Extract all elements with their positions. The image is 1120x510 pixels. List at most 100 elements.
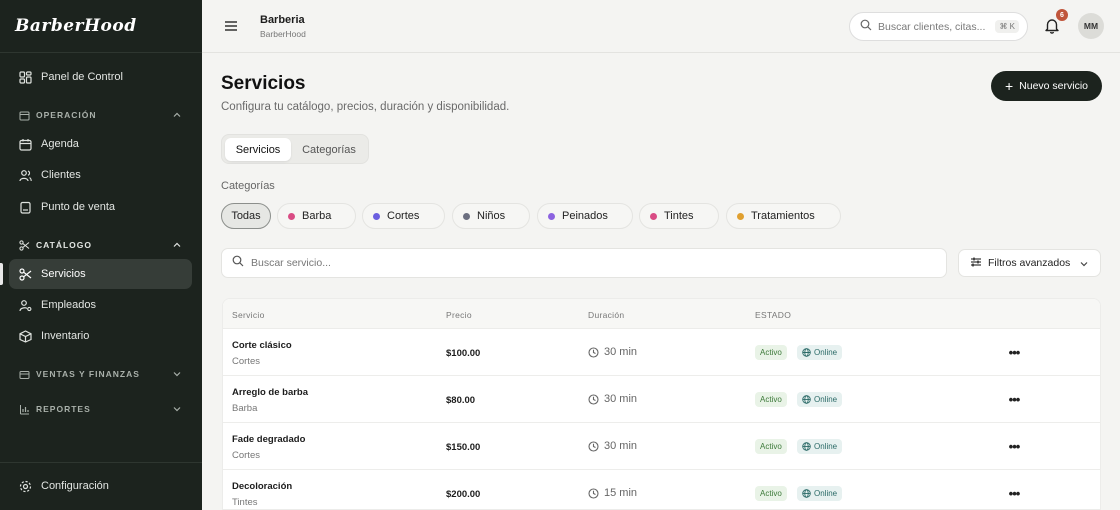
sidebar-item-agenda[interactable]: Agenda bbox=[9, 129, 192, 159]
more-options-icon[interactable]: ••• bbox=[1005, 390, 1023, 408]
online-label: Online bbox=[814, 442, 838, 451]
global-search[interactable]: ⌘ K bbox=[849, 12, 1028, 41]
table-row[interactable]: Corte clásico Cortes $100.00 30 min Acti… bbox=[223, 329, 1100, 376]
chip-label: Peinados bbox=[562, 210, 608, 222]
chip-ninos[interactable]: Niños bbox=[452, 203, 530, 229]
service-name: Fade degradado bbox=[232, 434, 306, 445]
table-row[interactable]: Fade degradado Cortes $150.00 30 min Act… bbox=[223, 423, 1100, 470]
sidebar-item-empleados[interactable]: Empleados bbox=[9, 290, 192, 320]
table-row[interactable]: Decoloración Tintes $200.00 15 min Activ… bbox=[223, 470, 1100, 509]
dashboard-icon bbox=[19, 70, 32, 84]
category-dot bbox=[373, 212, 380, 220]
box-icon bbox=[19, 329, 32, 343]
service-category: Barba bbox=[232, 403, 258, 414]
duration-value: 30 min bbox=[604, 393, 638, 405]
globe-icon bbox=[802, 395, 811, 404]
chip-label: Niños bbox=[477, 210, 506, 222]
service-search-input[interactable] bbox=[251, 257, 901, 269]
section-operacion[interactable]: OPERACIÓN bbox=[9, 105, 192, 125]
chevron-down-icon bbox=[173, 407, 181, 412]
new-service-button[interactable]: + Nuevo servicio bbox=[991, 71, 1102, 101]
clock-icon bbox=[588, 487, 599, 499]
categories-label: Categorías bbox=[221, 180, 275, 192]
logo-area: BarberHood bbox=[0, 0, 202, 53]
chevron-down-icon bbox=[173, 372, 181, 377]
sidebar-item-clientes[interactable]: Clientes bbox=[9, 160, 192, 190]
chip-label: Barba bbox=[302, 210, 332, 222]
tab-categorias[interactable]: Categorías bbox=[293, 138, 365, 161]
chip-peinados[interactable]: Peinados bbox=[537, 203, 633, 229]
user-gear-icon bbox=[19, 299, 32, 312]
tab-servicios[interactable]: Servicios bbox=[225, 138, 291, 161]
sidebar-item-punto-de-venta[interactable]: Punto de venta bbox=[9, 192, 192, 222]
sidebar: BarberHood Panel de Control OPERACIÓN Ag… bbox=[0, 0, 202, 510]
sidebar-item-dashboard[interactable]: Panel de Control bbox=[9, 62, 192, 92]
advanced-filters-button[interactable]: Filtros avanzados bbox=[958, 249, 1101, 277]
chip-todas[interactable]: Todas bbox=[221, 203, 271, 229]
column-header-price[interactable]: Precio bbox=[446, 310, 472, 320]
section-reportes[interactable]: REPORTES bbox=[9, 399, 192, 419]
online-label: Online bbox=[814, 489, 838, 498]
search-icon bbox=[232, 254, 244, 272]
scissors-icon bbox=[19, 239, 30, 251]
section-catalogo[interactable]: CATÁLOGO bbox=[9, 235, 192, 255]
chip-tratamientos[interactable]: Tratamientos bbox=[726, 203, 841, 229]
chevron-down-icon bbox=[1080, 262, 1088, 267]
online-label: Online bbox=[814, 348, 838, 357]
service-duration: 30 min bbox=[588, 440, 637, 452]
service-price: $100.00 bbox=[446, 348, 481, 359]
status-badge: Activo bbox=[755, 439, 787, 454]
more-options-icon[interactable]: ••• bbox=[1005, 437, 1023, 455]
sliders-icon bbox=[970, 256, 982, 271]
category-dot bbox=[737, 212, 744, 220]
status-badge: Activo bbox=[755, 345, 787, 360]
status-badge: Activo bbox=[755, 486, 787, 501]
duration-value: 30 min bbox=[604, 440, 638, 452]
more-options-icon[interactable]: ••• bbox=[1005, 343, 1023, 361]
status-badge: Activo bbox=[755, 392, 787, 407]
category-dot bbox=[463, 212, 470, 220]
table-row[interactable]: Arreglo de barba Barba $80.00 30 min Act… bbox=[223, 376, 1100, 423]
service-category: Cortes bbox=[232, 356, 260, 367]
section-label: OPERACIÓN bbox=[36, 110, 97, 120]
register-icon bbox=[19, 201, 32, 214]
clock-icon bbox=[588, 346, 599, 358]
page-subtitle: Configura tu catálogo, precios, duración… bbox=[221, 101, 510, 113]
sidebar-item-configuracion[interactable]: Configuración bbox=[9, 471, 192, 501]
bar-chart-icon bbox=[19, 404, 30, 415]
section-ventas-finanzas[interactable]: VENTAS Y FINANZAS bbox=[9, 364, 192, 384]
chip-label: Tintes bbox=[664, 210, 694, 222]
services-table: Servicio Precio Duración ESTADO Corte cl… bbox=[222, 298, 1101, 510]
column-header-duration[interactable]: Duración bbox=[588, 310, 624, 320]
more-options-icon[interactable]: ••• bbox=[1005, 484, 1023, 502]
global-search-input[interactable] bbox=[878, 20, 990, 33]
chevron-up-icon bbox=[173, 242, 181, 247]
service-category: Tintes bbox=[232, 497, 258, 508]
category-dot bbox=[650, 212, 657, 220]
sidebar-item-servicios[interactable]: Servicios bbox=[9, 259, 192, 289]
hamburger-menu-icon[interactable] bbox=[223, 18, 239, 34]
online-badge: Online bbox=[797, 392, 843, 407]
service-duration: 30 min bbox=[588, 346, 637, 358]
sidebar-item-label: Empleados bbox=[41, 299, 97, 311]
tab-bar: Servicios Categorías bbox=[221, 134, 369, 164]
sidebar-item-label: Servicios bbox=[41, 268, 86, 280]
chip-cortes[interactable]: Cortes bbox=[362, 203, 445, 229]
brand-logo[interactable]: BarberHood bbox=[15, 16, 137, 36]
chip-tintes[interactable]: Tintes bbox=[639, 203, 719, 229]
service-search[interactable] bbox=[221, 248, 947, 278]
chip-barba[interactable]: Barba bbox=[277, 203, 356, 229]
avatar[interactable]: MM bbox=[1078, 13, 1104, 39]
calendar-icon bbox=[19, 110, 30, 121]
sidebar-item-inventario[interactable]: Inventario bbox=[9, 321, 192, 351]
sidebar-item-label: Panel de Control bbox=[41, 71, 123, 83]
online-label: Online bbox=[814, 395, 838, 404]
column-header-service[interactable]: Servicio bbox=[232, 310, 265, 320]
online-badge: Online bbox=[797, 486, 843, 501]
business-subtitle: BarberHood bbox=[260, 29, 306, 39]
section-label: REPORTES bbox=[36, 404, 91, 414]
sidebar-item-label: Agenda bbox=[41, 138, 79, 150]
new-service-label: Nuevo servicio bbox=[1019, 80, 1089, 92]
wallet-icon bbox=[19, 369, 30, 380]
column-header-status[interactable]: ESTADO bbox=[755, 310, 791, 320]
